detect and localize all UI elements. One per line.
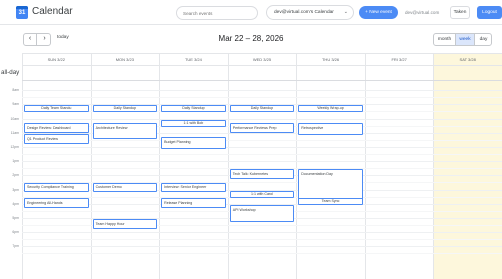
calendar-event[interactable]: Customer Demo (92, 183, 158, 193)
calendar-event[interactable]: Tech Talk: Kubernetes (229, 169, 295, 180)
calendar-event[interactable]: Daily Standup (92, 105, 158, 113)
half-hour-line (22, 253, 502, 255)
time-label: 9am (12, 102, 19, 107)
grid-border (22, 53, 502, 279)
calendar-event[interactable]: Daily Team Standu (24, 105, 89, 113)
logo-text: 31 (18, 10, 26, 16)
calendar-event[interactable]: Design Review: Dashboard (24, 123, 89, 134)
calendar-select-value: dev@virtual.com's Calendar (274, 10, 334, 15)
time-label: 11am (10, 130, 19, 135)
calendar-event[interactable]: Team Sync (298, 197, 363, 205)
time-label: 3pm (12, 187, 19, 192)
view-switcher: month week day (433, 33, 492, 46)
calendar-event[interactable]: Team Happy Hour (92, 218, 158, 229)
view-day-button[interactable]: day (475, 34, 491, 45)
day-divider (433, 53, 435, 279)
day-divider (90, 53, 92, 279)
time-label: 8am (12, 88, 19, 93)
all-day-label: all-day (1, 69, 20, 76)
hour-line (22, 90, 502, 92)
calendar-event[interactable]: Release Planning (161, 197, 226, 208)
day-divider (159, 53, 161, 279)
calendar-event[interactable]: 1:1 with Bob (161, 119, 226, 127)
logout-button[interactable]: Logout (477, 6, 502, 19)
day-divider (296, 53, 298, 279)
time-label: 7pm (12, 244, 19, 249)
time-label: 1pm (12, 159, 19, 164)
time-label: 4pm (12, 201, 19, 206)
calendar-event[interactable]: API Workshop (229, 204, 295, 222)
calendar-event[interactable]: Engineering All-Hands (24, 197, 89, 208)
view-month-button[interactable]: month (434, 34, 455, 45)
week-range-title: Mar 22 – 28, 2026 (218, 34, 284, 43)
user-email: dev@virtual.com (405, 10, 440, 15)
time-label: 12pm (10, 144, 19, 149)
time-label: 2pm (12, 173, 19, 178)
calendar-event[interactable]: Retrospective (298, 123, 363, 136)
calendar-select[interactable]: dev@virtual.com's Calendar ⌄ (266, 5, 354, 20)
day-divider (227, 53, 229, 279)
calendar-event[interactable]: Daily Standup (229, 105, 295, 113)
half-hour-line (22, 239, 502, 241)
time-label: 10am (10, 116, 19, 121)
day-divider (364, 53, 366, 279)
half-hour-line (22, 139, 502, 141)
app-title: Calendar (32, 6, 73, 17)
calendar-event[interactable]: 1:1 with Carol (229, 190, 295, 198)
half-hour-line (22, 97, 502, 99)
time-label: 5pm (12, 215, 19, 220)
taken-button[interactable]: Taken (450, 6, 470, 19)
hour-line (22, 146, 502, 148)
hour-line (22, 161, 502, 163)
calendar-event[interactable]: Security Compliance Training (24, 183, 89, 193)
chevron-down-icon: ⌄ (343, 9, 348, 15)
calendar-logo-icon: 31 (16, 6, 28, 19)
all-day-row[interactable] (22, 65, 502, 81)
calendar-event[interactable]: Q1 Product Review (24, 133, 89, 144)
calendar-event[interactable]: Daily Standup (161, 105, 226, 113)
half-hour-line (22, 154, 502, 155)
time-label: 6pm (12, 230, 19, 235)
calendar-event[interactable]: Performance Reviews Prep (229, 123, 295, 134)
hour-line (22, 118, 502, 120)
search-input[interactable] (176, 6, 258, 20)
calendar-event[interactable]: Architecture Review (92, 123, 158, 140)
new-event-button[interactable]: + New event (359, 6, 398, 19)
hour-line (22, 246, 502, 248)
calendar-event[interactable]: Interview: Senior Engineer (161, 183, 226, 193)
calendar-event[interactable]: Weekly Wrap-up (298, 105, 363, 113)
view-week-button[interactable]: week (455, 34, 475, 45)
calendar-event[interactable]: Budget Planning (161, 137, 226, 150)
hour-line (22, 232, 502, 234)
